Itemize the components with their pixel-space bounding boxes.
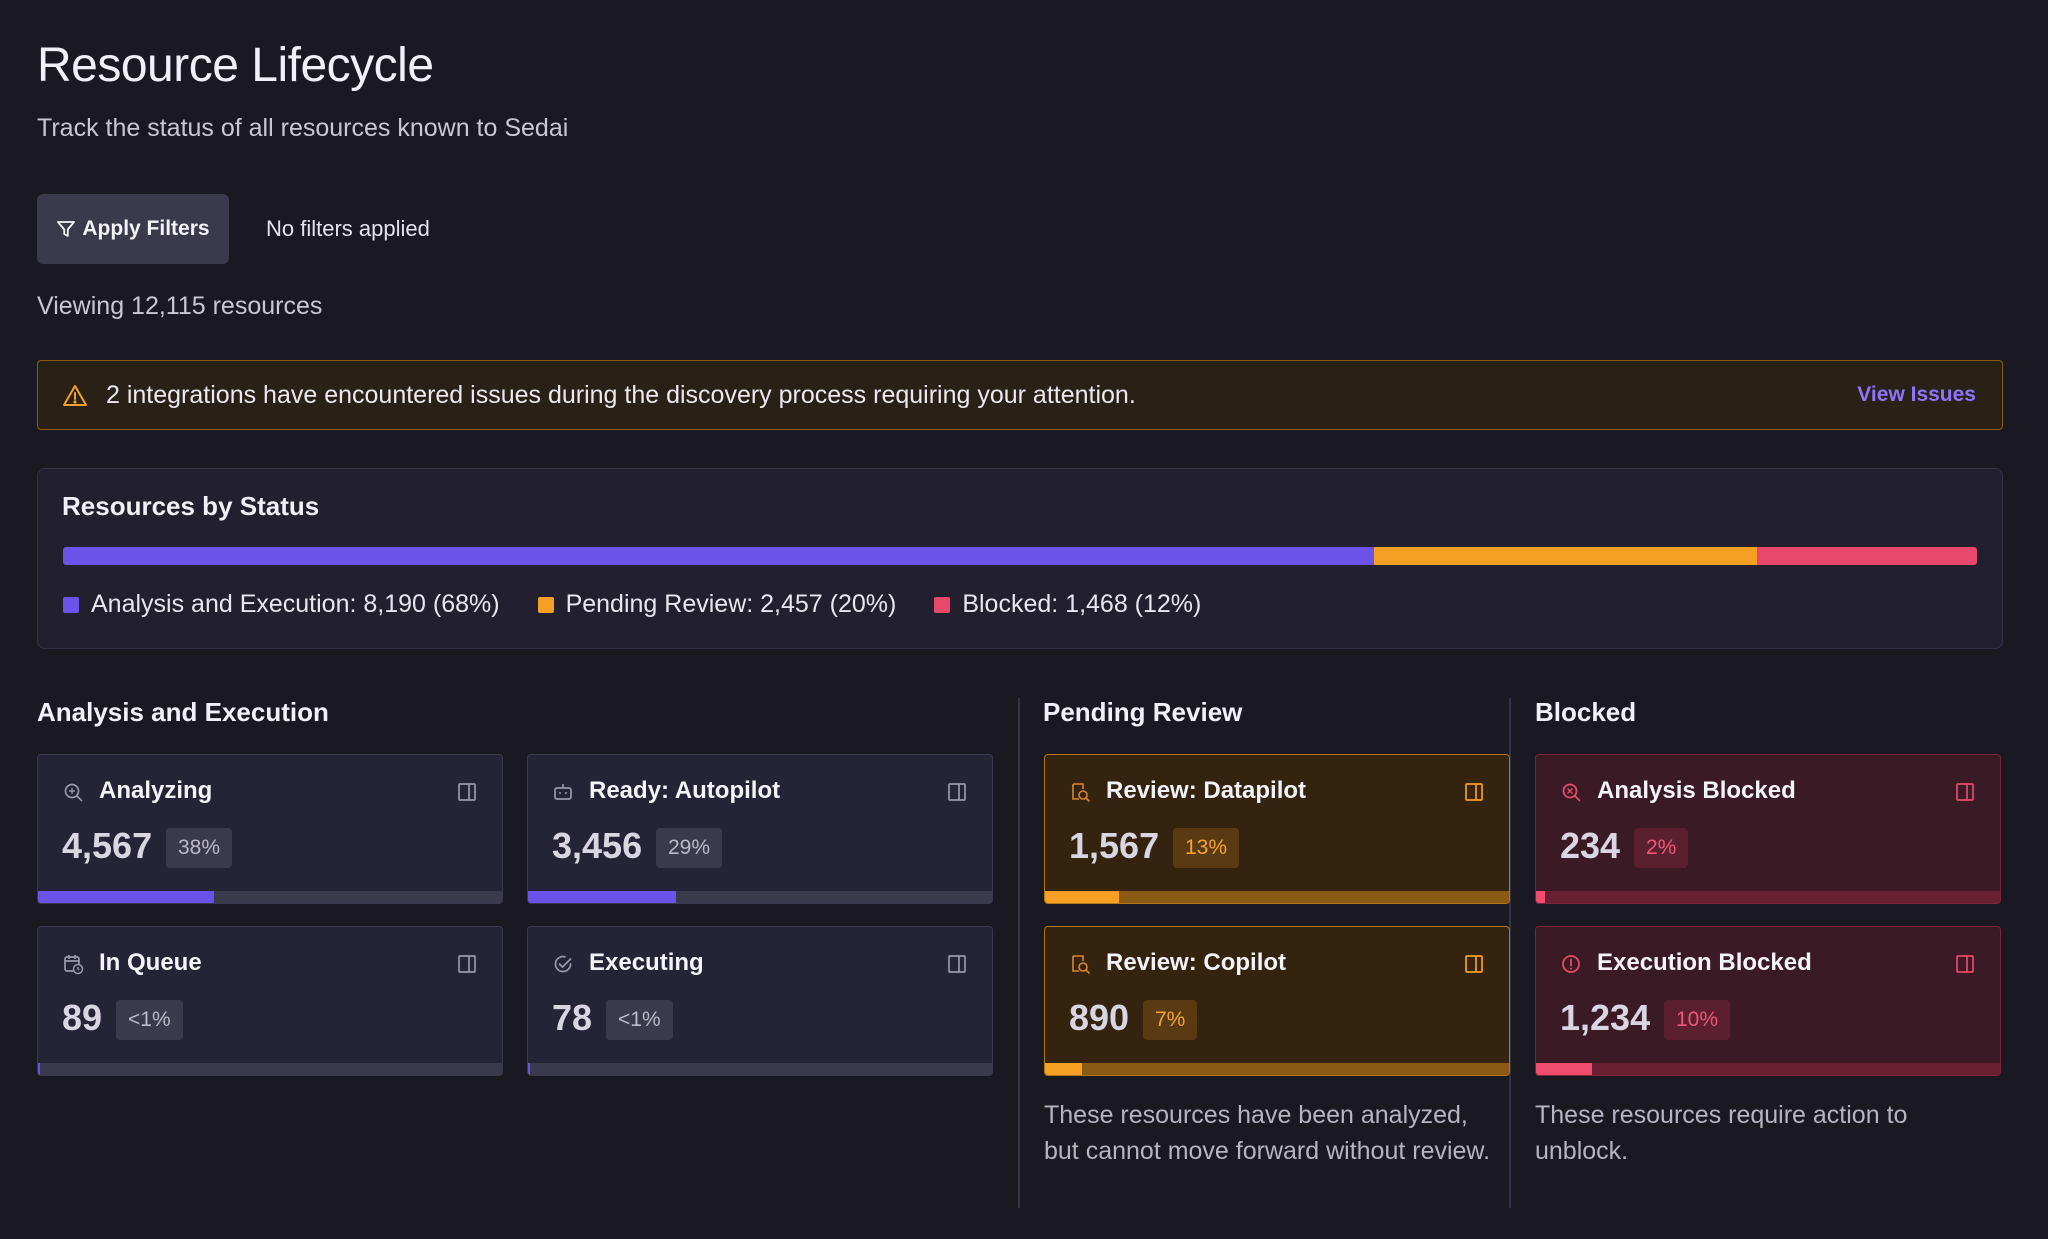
robot-icon — [552, 781, 574, 803]
open-panel-icon[interactable] — [1954, 953, 1976, 975]
review-icon — [1069, 781, 1091, 803]
card-progress-fill — [528, 891, 677, 903]
status-bar-segment — [1374, 547, 1757, 565]
status-card[interactable]: Execution Blocked 1,234 10% — [1535, 926, 2001, 1076]
card-percent-badge: 29% — [656, 828, 723, 868]
open-panel-icon[interactable] — [946, 781, 968, 803]
status-bar — [63, 547, 1977, 565]
card-progress-fill — [38, 891, 215, 903]
open-panel-icon[interactable] — [1954, 781, 1976, 803]
open-panel-icon[interactable] — [456, 953, 478, 975]
card-progress-track — [1045, 891, 1509, 903]
legend-label: Blocked: 1,468 (12%) — [962, 590, 1202, 618]
card-progress-fill — [38, 1063, 41, 1075]
status-card[interactable]: Analyzing 4,567 38% — [37, 754, 503, 904]
card-title-review-copilot: Review: Copilot — [1106, 949, 1287, 976]
card-percent-badge: 7% — [1143, 1000, 1198, 1040]
integration-alert: 2 integrations have encountered issues d… — [37, 360, 2003, 430]
status-card[interactable]: Review: Datapilot 1,567 13% — [1044, 754, 1510, 904]
status-card[interactable]: In Queue 89 <1% — [37, 926, 503, 1076]
section-title-pending: Pending Review — [1043, 697, 1243, 727]
card-percent-badge: <1% — [116, 1000, 183, 1040]
status-panel-title: Resources by Status — [62, 491, 320, 521]
card-progress-track — [528, 891, 992, 903]
card-title-ready-autopilot: Ready: Autopilot — [589, 777, 781, 804]
open-panel-icon[interactable] — [456, 781, 478, 803]
legend-swatch — [934, 596, 951, 613]
card-progress-fill — [1045, 891, 1120, 903]
legend-item: Pending Review: 2,457 (20%) — [537, 590, 897, 619]
card-value: 4,567 — [62, 825, 153, 866]
status-bar-segment — [1756, 547, 1977, 565]
card-title-analyzing: Analyzing — [99, 777, 213, 804]
card-progress-fill — [528, 1063, 531, 1075]
section-title-blocked: Blocked — [1535, 697, 1637, 727]
card-title-analysis-blocked: Analysis Blocked — [1597, 777, 1796, 804]
review-icon — [1069, 953, 1091, 975]
card-value: 890 — [1069, 997, 1130, 1038]
status-legend: Analysis and Execution: 8,190 (68%) Pendi… — [63, 590, 1201, 619]
card-value: 1,234 — [1560, 997, 1651, 1038]
resources-by-status-panel: Resources by Status Analysis and Executi… — [37, 468, 2003, 649]
alert-circle-icon — [1560, 953, 1582, 975]
open-panel-icon[interactable] — [1463, 953, 1485, 975]
analyze-search-icon — [62, 781, 84, 803]
section-divider — [1018, 698, 1020, 1208]
calendar-clock-icon — [62, 953, 84, 975]
card-progress-track — [528, 1063, 992, 1075]
card-title-executing: Executing — [589, 949, 704, 976]
card-percent-badge: <1% — [606, 1000, 673, 1040]
card-percent-badge: 13% — [1173, 828, 1240, 868]
filter-status: No filters applied — [266, 216, 430, 241]
view-issues-link[interactable]: View Issues — [1857, 383, 1976, 407]
card-title-review-datapilot: Review: Datapilot — [1106, 777, 1307, 804]
legend-label: Analysis and Execution: 8,190 (68%) — [91, 590, 500, 618]
card-progress-track — [38, 891, 502, 903]
card-value: 78 — [552, 997, 593, 1038]
legend-label: Pending Review: 2,457 (20%) — [565, 590, 897, 618]
card-progress-track — [1536, 1063, 2000, 1075]
apply-filters-label: Apply Filters — [82, 217, 210, 240]
legend-swatch — [537, 596, 554, 613]
alert-message: 2 integrations have encountered issues d… — [106, 381, 1136, 409]
pending-note: These resources have been analyzed, but … — [1044, 1101, 1491, 1165]
apply-filters-button[interactable]: Apply Filters — [37, 194, 229, 264]
check-circle-icon — [552, 953, 574, 975]
open-panel-icon[interactable] — [1463, 781, 1485, 803]
status-bar-segment — [63, 547, 1375, 565]
card-value: 89 — [62, 997, 103, 1038]
card-progress-fill — [1045, 1063, 1083, 1075]
status-card[interactable]: Ready: Autopilot 3,456 29% — [527, 754, 993, 904]
card-title-in-queue: In Queue — [99, 949, 202, 976]
open-panel-icon[interactable] — [946, 953, 968, 975]
card-percent-badge: 2% — [1634, 828, 1689, 868]
legend-item: Blocked: 1,468 (12%) — [934, 590, 1201, 619]
legend-swatch — [63, 596, 79, 613]
warning-icon — [63, 385, 87, 406]
card-progress-fill — [1536, 1063, 1592, 1075]
card-progress-track — [38, 1063, 502, 1075]
card-value: 3,456 — [552, 825, 643, 866]
search-blocked-icon — [1560, 781, 1582, 803]
status-card[interactable]: Review: Copilot 890 7% — [1044, 926, 1510, 1076]
card-title-execution-blocked: Execution Blocked — [1597, 949, 1812, 976]
legend-item: Analysis and Execution: 8,190 (68%) — [63, 590, 500, 619]
card-value: 234 — [1560, 825, 1621, 866]
filter-icon — [57, 221, 76, 237]
status-card[interactable]: Analysis Blocked 234 2% — [1535, 754, 2001, 904]
card-progress-track — [1045, 1063, 1509, 1075]
page-subtitle: Track the status of all resources known … — [37, 114, 569, 142]
card-percent-badge: 38% — [166, 828, 233, 868]
card-progress-track — [1536, 891, 2000, 903]
resource-count: Viewing 12,115 resources — [37, 292, 323, 320]
status-card[interactable]: Executing 78 <1% — [527, 926, 993, 1076]
section-title-analysis: Analysis and Execution — [37, 697, 329, 727]
card-progress-fill — [1536, 891, 1546, 903]
blocked-note: These resources require action to unbloc… — [1535, 1101, 1908, 1165]
card-percent-badge: 10% — [1664, 1000, 1731, 1040]
card-value: 1,567 — [1069, 825, 1160, 866]
page-title: Resource Lifecycle — [37, 39, 434, 92]
